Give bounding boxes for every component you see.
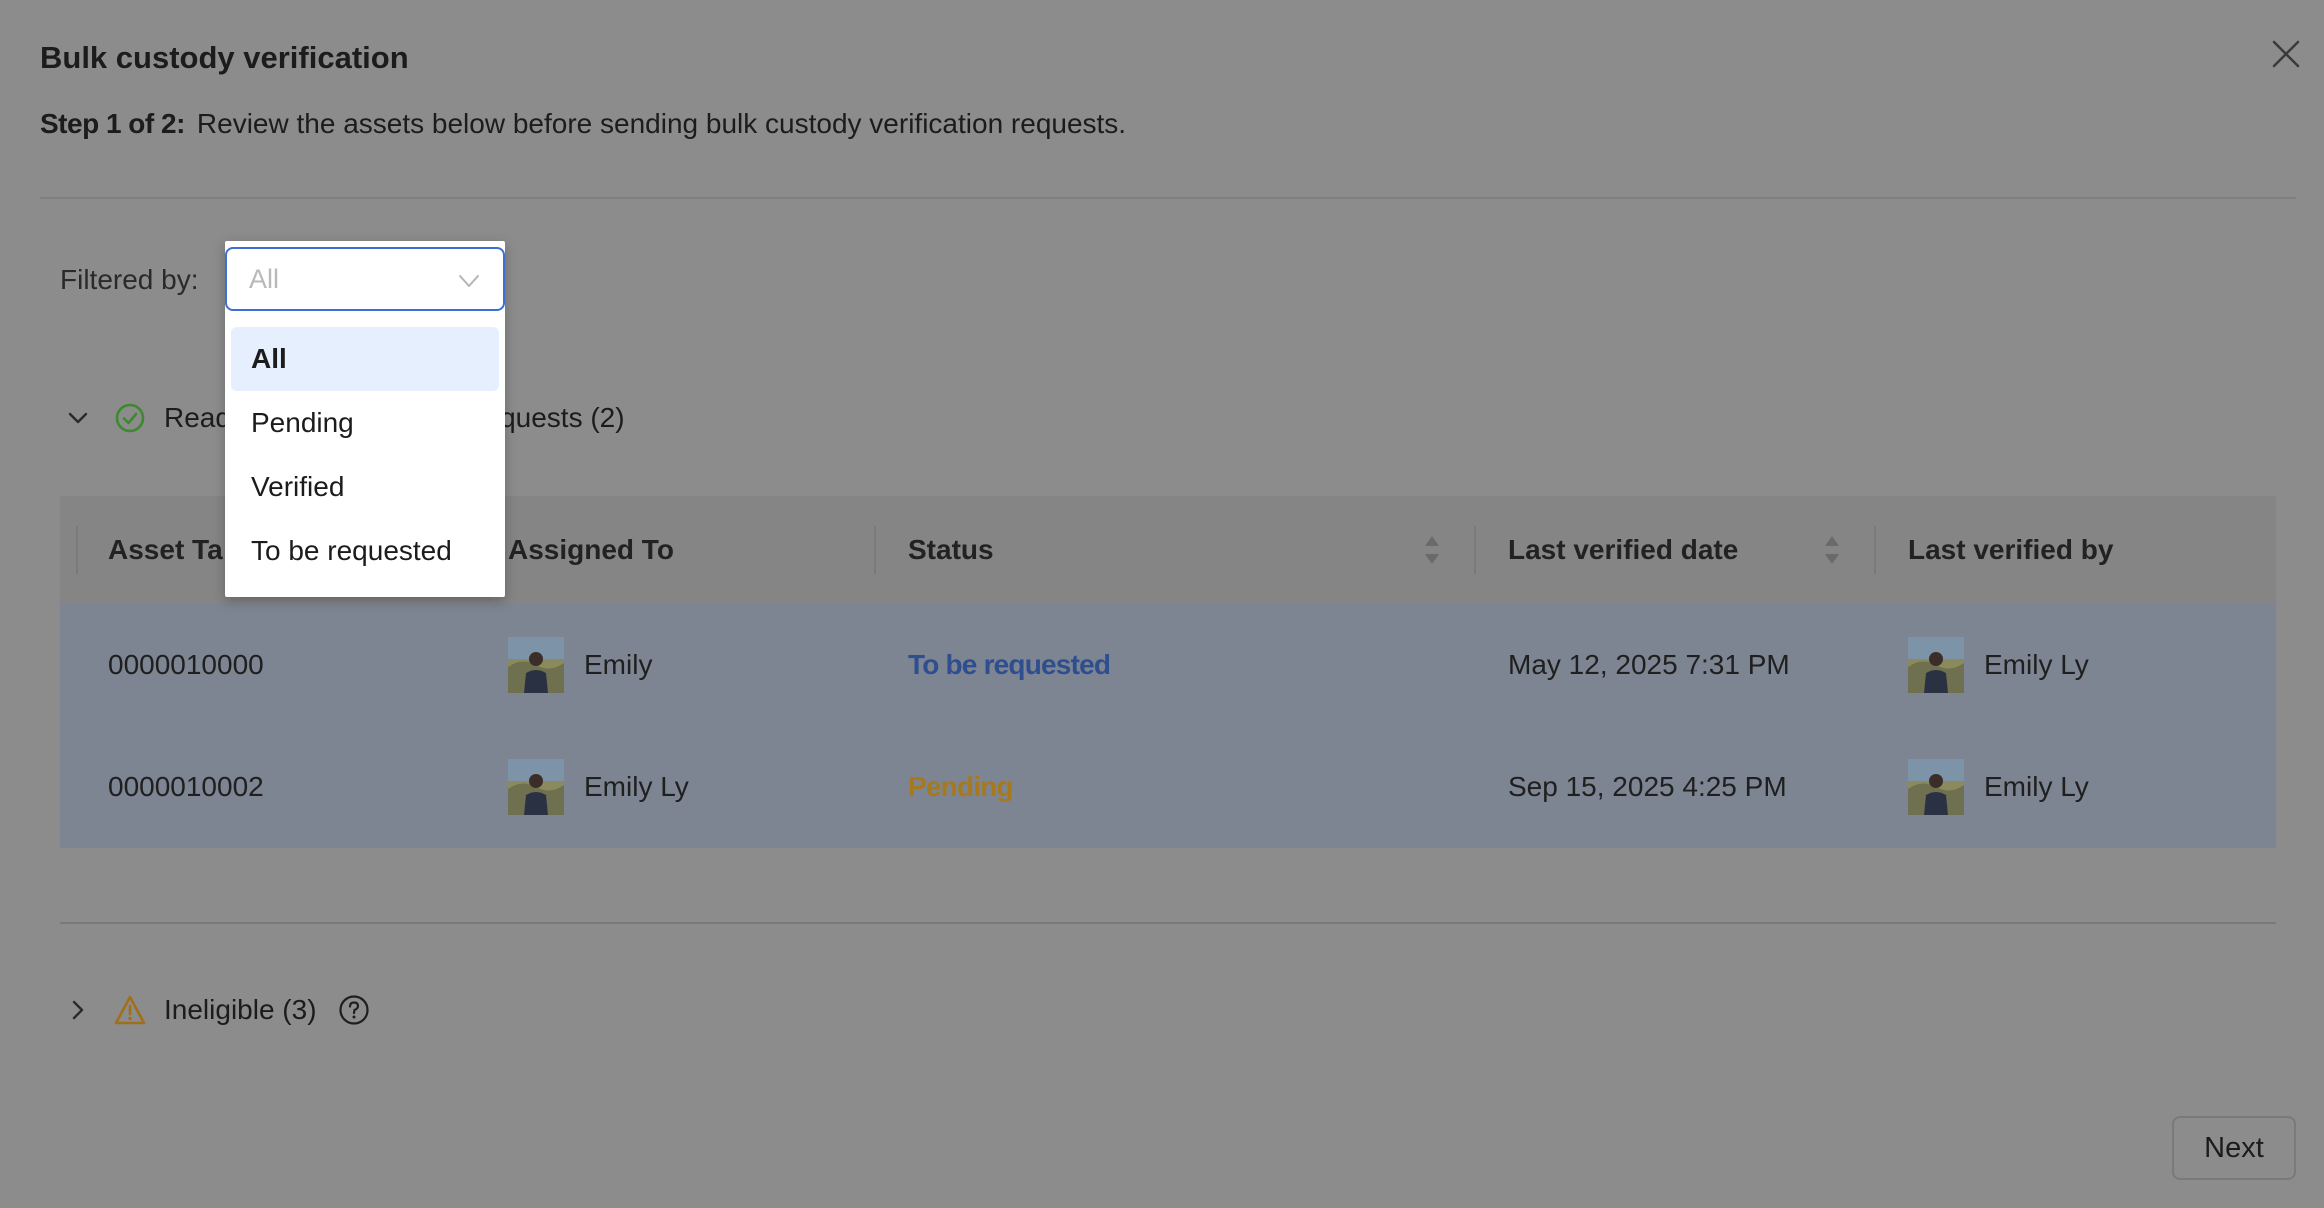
assigned-to-name: Emily [584,649,653,680]
status-badge: To be requested [908,649,1111,680]
filter-options-menu: All Pending Verified To be requested [231,327,499,583]
chevron-down-icon [459,275,479,287]
chevron-right-icon[interactable] [60,992,96,1028]
filter-option-pending[interactable]: Pending [231,391,499,455]
sort-icon[interactable] [1422,532,1442,568]
column-asset-tag[interactable]: Asset Ta [108,496,223,604]
filter-option-verified[interactable]: Verified [231,455,499,519]
section-divider [60,922,2276,924]
column-separator [76,526,78,574]
chevron-down-icon[interactable] [60,400,96,436]
ineligible-label: Ineligible (3) [164,994,317,1025]
table-row[interactable]: 0000010000 Emily To be requested May 12,… [60,604,2276,726]
close-icon[interactable] [2268,36,2304,72]
table-row[interactable]: 0000010002 Emily Ly Pending Sep 15, 2025… [60,726,2276,848]
last-verified-by-cell: Emily Ly [1908,726,2089,848]
column-assigned-to[interactable]: Assigned To [508,496,674,604]
last-verified-by-name: Emily Ly [1984,649,2089,680]
filter-label: Filtered by: [60,264,199,295]
assigned-to-cell: Emily [508,604,652,726]
filter-select-value: All [249,263,280,294]
column-separator [1474,526,1476,574]
assigned-to-name: Emily Ly [584,771,689,802]
modal-title: Bulk custody verification [40,40,409,75]
filter-dropdown: All All Pending Verified To be requested [225,241,505,597]
column-separator [1874,526,1876,574]
sort-icon[interactable] [1822,532,1842,568]
last-verified-date-cell: Sep 15, 2025 4:25 PM [1508,771,1787,802]
step-description: Review the assets below before sending b… [196,108,1127,139]
status-cell: To be requested [908,604,1111,726]
status-badge: Pending [908,771,1014,802]
warning-icon [112,992,148,1028]
filter-select[interactable]: All [225,247,505,311]
column-last-verified-by[interactable]: Last verified by [1908,496,2113,604]
avatar [508,759,564,815]
filter-option-to-be-requested[interactable]: To be requested [231,519,499,583]
column-status[interactable]: Status [908,496,994,604]
ineligible-section-header[interactable]: Ineligible (3) [60,990,371,1030]
column-separator [874,526,876,574]
next-button[interactable]: Next [2172,1116,2296,1180]
check-circle-icon [112,400,148,436]
filter-option-all[interactable]: All [231,327,499,391]
asset-tag-cell: 0000010000 [108,649,264,680]
avatar [508,637,564,693]
status-cell: Pending [908,726,1014,848]
last-verified-date-cell: May 12, 2025 7:31 PM [1508,649,1790,680]
column-last-verified-date[interactable]: Last verified date [1508,496,1738,604]
step-indicator: Step 1 of 2: Review the assets below befo… [40,108,1126,140]
avatar [1908,759,1964,815]
last-verified-by-cell: Emily Ly [1908,604,2089,726]
header-divider [40,197,2296,199]
asset-tag-cell: 0000010002 [108,771,264,802]
ready-section-label-start: Read [164,402,231,433]
assigned-to-cell: Emily Ly [508,726,689,848]
last-verified-by-name: Emily Ly [1984,771,2089,802]
step-label: Step 1 of 2: [40,108,185,139]
help-circle-icon[interactable] [337,993,371,1027]
avatar [1908,637,1964,693]
